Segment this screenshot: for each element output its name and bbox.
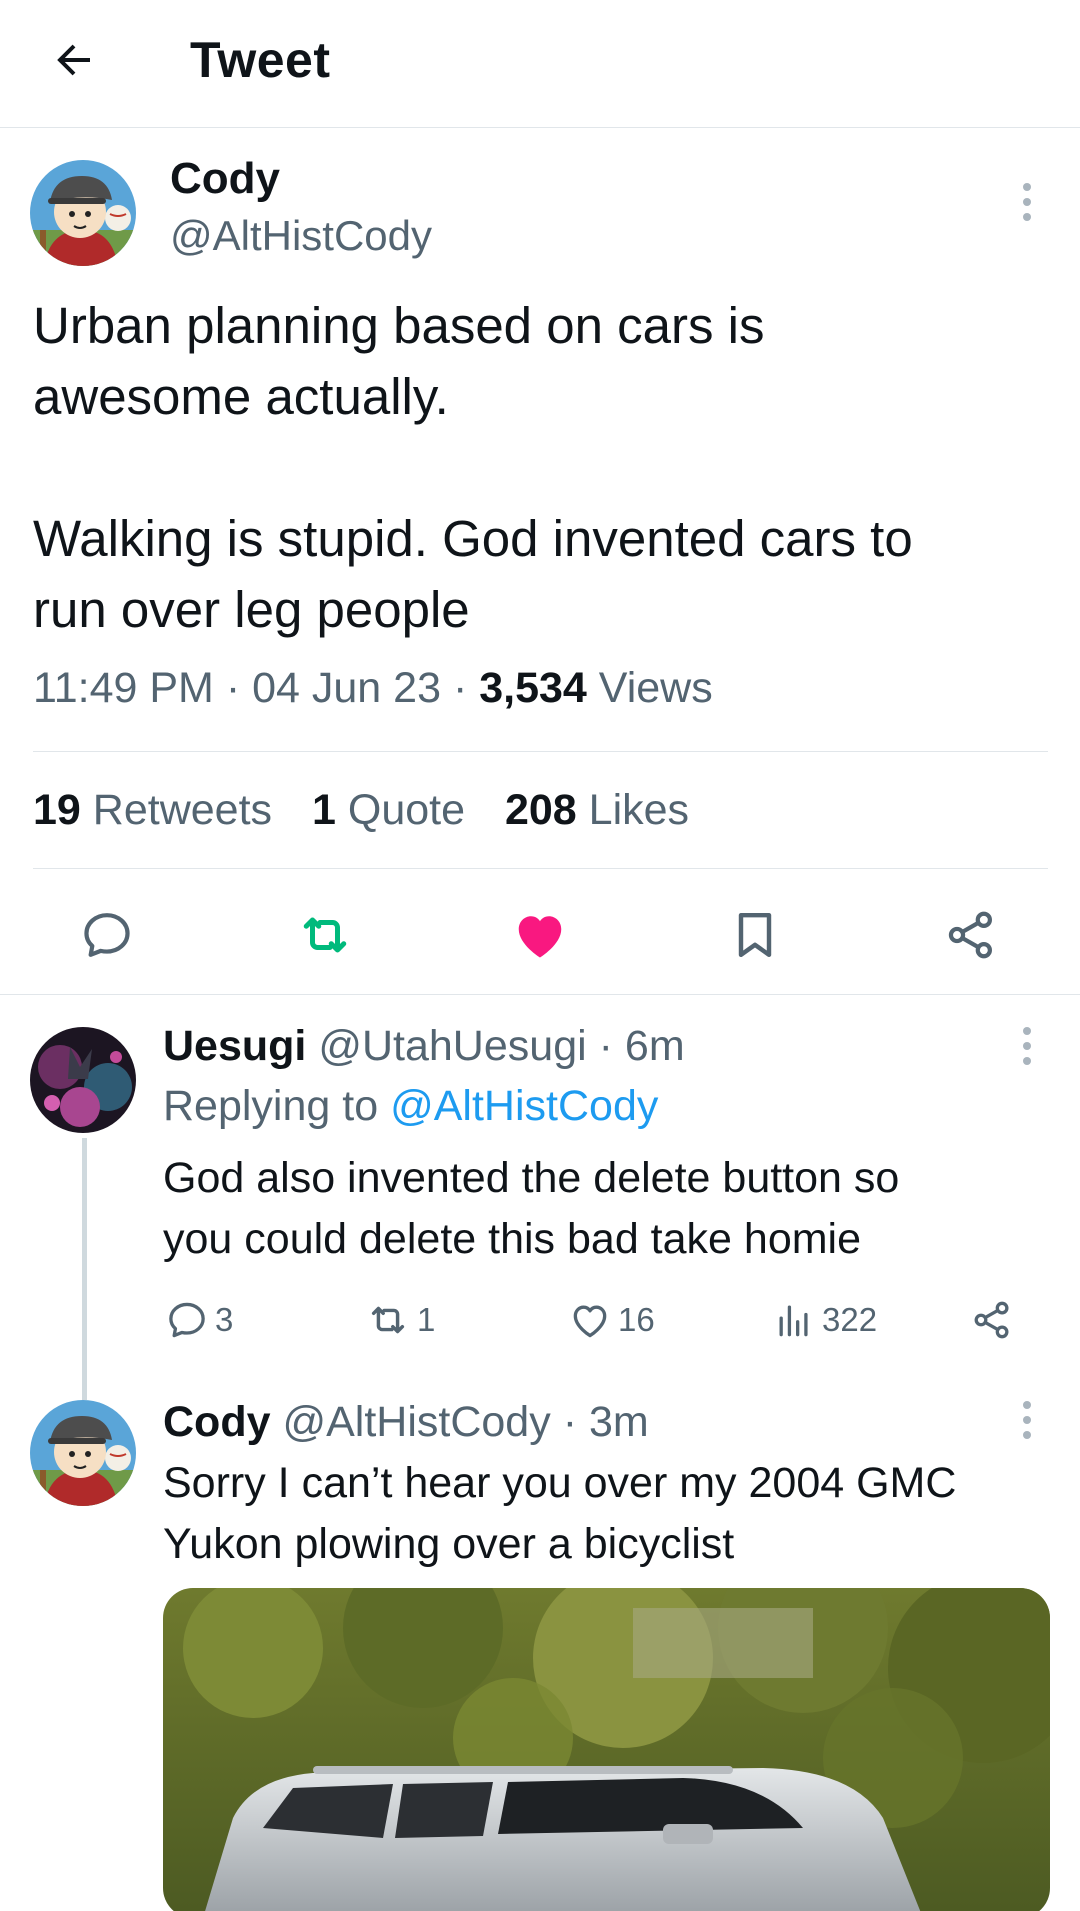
bookmark-button[interactable] [720, 900, 790, 970]
heart-filled-icon [518, 916, 562, 958]
author-avatar[interactable] [30, 160, 136, 266]
tweet-time[interactable]: 11:49 PM [33, 664, 214, 712]
like-count: 16 [618, 1301, 655, 1338]
tweet-media-image[interactable] [163, 1588, 1050, 1911]
quotes-stat[interactable]: 1 Quote [312, 786, 465, 834]
tweet-page: Tweet Cody @AltHistCody Urban planning b… [0, 0, 1080, 1911]
separator: · [562, 1398, 578, 1446]
tweet-text-line: Walking is stupid. God invented cars to [33, 510, 913, 567]
tweet-text-line: awesome actually. [33, 368, 449, 425]
reply-comment-button[interactable]: 3 [165, 1290, 233, 1350]
more-dot [1023, 1027, 1031, 1035]
separator: · [598, 1022, 613, 1070]
likes-stat[interactable]: 208 Likes [505, 786, 689, 834]
like-button[interactable] [505, 900, 575, 970]
page-title: Tweet [190, 32, 331, 88]
tweet-text-line: Urban planning based on cars is [33, 297, 765, 354]
reply-more-button[interactable] [1007, 1016, 1047, 1076]
reply-share-button[interactable] [970, 1290, 1014, 1350]
reply-avatar[interactable] [30, 1027, 136, 1133]
share-icon [974, 1301, 1009, 1339]
reply-text-line: you could delete this bad take homie [163, 1215, 862, 1263]
more-dot [1023, 1431, 1031, 1439]
comment-icon [169, 1302, 205, 1338]
more-options-button[interactable] [1007, 172, 1047, 232]
divider [33, 751, 1048, 752]
reply-more-button[interactable] [1007, 1390, 1047, 1450]
back-button[interactable] [42, 28, 106, 92]
reply-age[interactable]: 6m [625, 1022, 685, 1070]
view-count: 322 [822, 1301, 878, 1338]
top-bar: Tweet [0, 0, 1080, 128]
section-divider [0, 994, 1080, 995]
replying-to: Replying to @AltHistCody [163, 1082, 658, 1131]
quotes-label: Quote [347, 786, 466, 834]
quotes-count: 1 [312, 786, 336, 834]
share-button[interactable] [936, 900, 1006, 970]
tweet-text-line: run over leg people [33, 581, 470, 638]
reply-action-bar: 3 1 16 322 [0, 1290, 1080, 1350]
views-count: 3,534 [479, 664, 587, 712]
tweet-text: Urban planning based on cars is awesome … [33, 290, 1043, 645]
more-dot [1023, 1057, 1031, 1065]
reply-header: Uesugi @UtahUesugi · 6m [163, 1022, 685, 1071]
reply-author-name[interactable]: Cody [163, 1398, 271, 1446]
more-dot [1023, 213, 1031, 221]
retweet-icon [303, 917, 347, 953]
views-label: Views [598, 664, 713, 712]
heart-icon [573, 1305, 607, 1338]
comment-icon [84, 913, 130, 957]
more-dot [1023, 198, 1031, 206]
retweet-button[interactable] [290, 900, 360, 970]
reply-text: Sorry I can’t hear you over my 2004 GMC … [163, 1453, 1053, 1575]
reply-header: Cody @AltHistCody · 3m [163, 1398, 649, 1447]
reply-text-line: God also invented the delete button so [163, 1154, 900, 1202]
reply-avatar[interactable] [30, 1400, 136, 1506]
tweet-meta: 11:49 PM · 04 Jun 23 · 3,534 Views [33, 664, 713, 713]
reply-author-name[interactable]: Uesugi [163, 1022, 306, 1070]
author-handle[interactable]: @AltHistCody [170, 212, 432, 260]
thread-line [82, 1138, 87, 1400]
separator: · [225, 664, 241, 712]
more-dot [1023, 183, 1031, 191]
retweets-label: Retweets [92, 786, 273, 834]
arrow-left-icon [57, 44, 90, 76]
engagement-stats: 19 Retweets 1 Quote 208 Likes [33, 786, 717, 835]
replying-mention-link[interactable]: @AltHistCody [390, 1082, 658, 1130]
retweets-stat[interactable]: 19 Retweets [33, 786, 272, 834]
reply-count: 3 [215, 1301, 234, 1338]
reply-like-button[interactable]: 16 [568, 1290, 655, 1350]
tweet-date[interactable]: 04 Jun 23 [252, 664, 441, 712]
reply-views-button[interactable]: 322 [772, 1290, 877, 1350]
more-dot [1023, 1042, 1031, 1050]
reply-age[interactable]: 3m [589, 1398, 649, 1446]
author-name[interactable]: Cody [170, 154, 280, 204]
reply-author-handle[interactable]: @AltHistCody [282, 1398, 550, 1446]
more-dot [1023, 1416, 1031, 1424]
share-icon [948, 911, 992, 959]
reply-text: God also invented the delete button so y… [163, 1148, 1053, 1270]
likes-count: 208 [504, 786, 577, 834]
retweets-count: 19 [33, 786, 81, 834]
more-dot [1023, 1401, 1031, 1409]
replying-label: Replying to [163, 1082, 379, 1130]
separator: · [452, 664, 468, 712]
analytics-icon [779, 1305, 808, 1337]
reply-text-line: Yukon plowing over a bicyclist [163, 1520, 735, 1568]
divider [33, 868, 1048, 869]
reply-text-line: Sorry I can’t hear you over my 2004 GMC [163, 1459, 957, 1507]
retweet-icon [371, 1306, 405, 1334]
retweet-count: 1 [417, 1301, 436, 1338]
reply-button[interactable] [72, 900, 142, 970]
likes-label: Likes [588, 786, 690, 834]
reply-retweet-button[interactable]: 1 [365, 1290, 435, 1350]
reply-author-handle[interactable]: @UtahUesugi [318, 1022, 586, 1070]
bookmark-icon [738, 912, 772, 958]
